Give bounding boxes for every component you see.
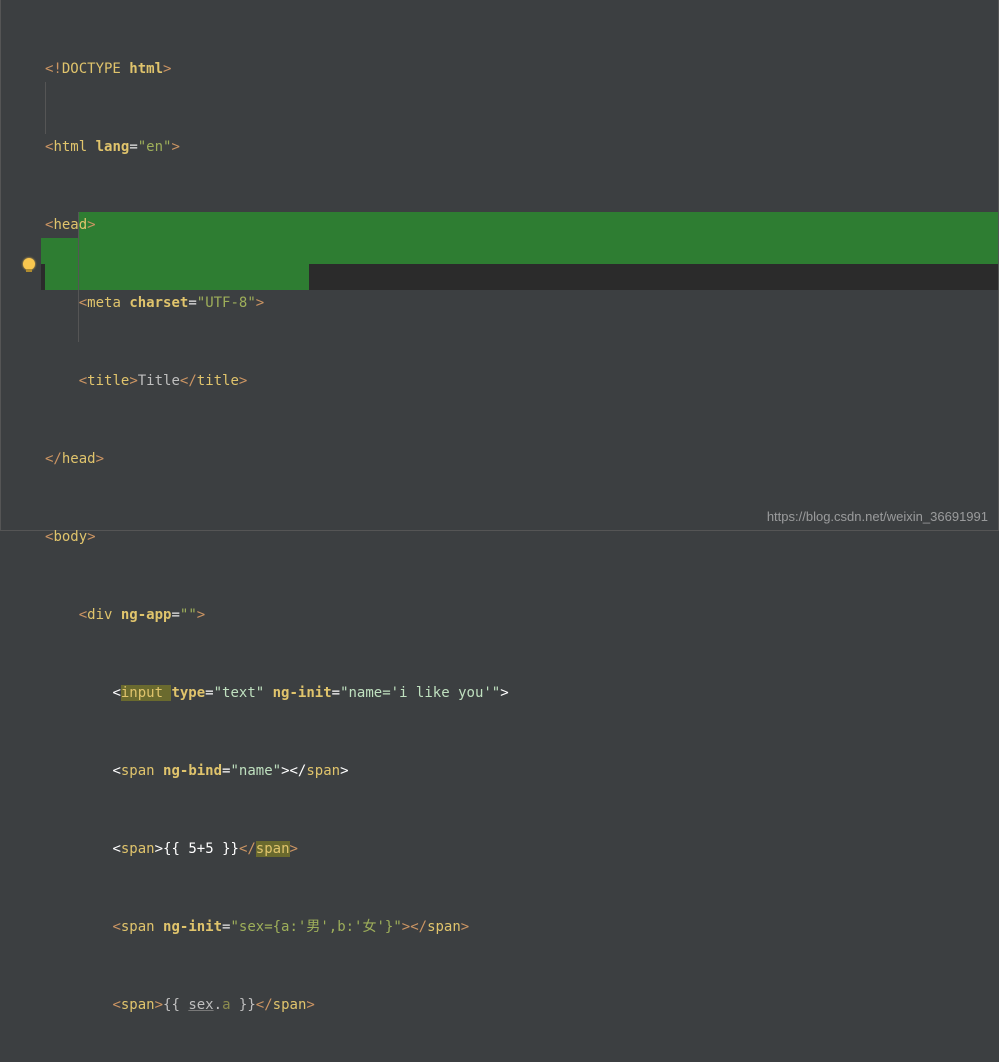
code-line[interactable]: <!DOCTYPE html> [1, 56, 998, 82]
code-line[interactable]: <span>{{ 5+5 }}</span> [1, 836, 998, 862]
code-line[interactable]: <div ng-app=""> [1, 602, 998, 628]
code-line[interactable]: <span ng-init="sex={a:'男',b:'女'}"></span… [1, 914, 998, 940]
code-line[interactable]: <input type="text" ng-init="name='i like… [1, 680, 998, 706]
code-line[interactable]: <html lang="en"> [1, 134, 998, 160]
code-line[interactable]: <meta charset="UTF-8"> [1, 290, 998, 316]
code-line[interactable]: <title>Title</title> [1, 368, 998, 394]
code-line[interactable]: <head> [1, 212, 998, 238]
code-line[interactable]: </head> [1, 446, 998, 472]
code-editor[interactable]: <!DOCTYPE html> <html lang="en"> <head> … [1, 4, 998, 1062]
code-line[interactable]: <span ng-bind="name"></span> [1, 758, 998, 784]
code-line[interactable]: <span>{{ sex.a }}</span> [1, 992, 998, 1018]
code-line[interactable]: <body> [1, 524, 998, 550]
watermark: https://blog.csdn.net/weixin_36691991 [767, 509, 988, 524]
